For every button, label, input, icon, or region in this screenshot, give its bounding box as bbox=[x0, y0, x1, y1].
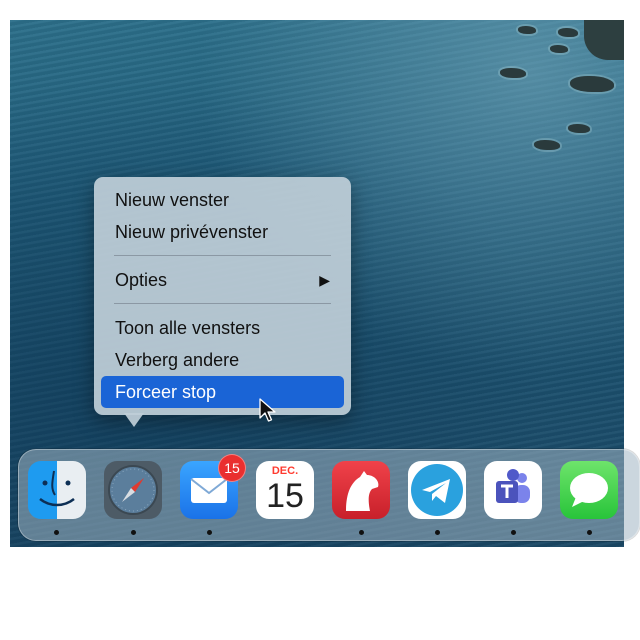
calendar-icon: DEC. 15 bbox=[256, 461, 314, 519]
menu-item-label: Nieuw privévenster bbox=[115, 222, 269, 242]
menu-pointer bbox=[124, 413, 144, 427]
sea-rock bbox=[558, 28, 578, 37]
sea-rock bbox=[550, 45, 568, 53]
running-indicator bbox=[587, 530, 592, 535]
menu-separator bbox=[114, 303, 331, 304]
menu-item-label: Forceer stop bbox=[115, 382, 217, 402]
dock-item-bear[interactable] bbox=[332, 461, 390, 519]
menu-item-new-window[interactable]: Nieuw venster bbox=[101, 184, 344, 216]
sea-rock bbox=[518, 26, 536, 34]
sea-rock bbox=[570, 76, 614, 92]
menu-separator bbox=[114, 255, 331, 256]
running-indicator bbox=[131, 530, 136, 535]
sea-rock bbox=[500, 68, 526, 78]
dock-context-menu: Nieuw venster Nieuw privévenster Opties … bbox=[94, 177, 351, 415]
sea-rock bbox=[568, 124, 590, 133]
unread-count-badge: 15 bbox=[218, 454, 246, 482]
telegram-icon bbox=[408, 461, 466, 519]
teams-icon bbox=[484, 461, 542, 519]
running-indicator bbox=[435, 530, 440, 535]
dock-item-calendar[interactable]: DEC. 15 bbox=[256, 461, 314, 519]
calendar-month: DEC. bbox=[271, 465, 299, 477]
menu-item-label: Opties bbox=[115, 270, 168, 290]
menu-item-show-all-windows[interactable]: Toon alle vensters bbox=[101, 312, 344, 344]
messages-icon bbox=[560, 461, 618, 519]
dock-item-telegram[interactable] bbox=[408, 461, 466, 519]
menu-item-force-quit[interactable]: Forceer stop bbox=[101, 376, 344, 408]
calendar-day: 15 bbox=[266, 477, 304, 515]
mouse-cursor-icon bbox=[259, 398, 276, 422]
menu-item-options[interactable]: Opties ▶ bbox=[101, 264, 344, 296]
finder-icon bbox=[28, 461, 86, 519]
menu-item-label: Nieuw venster bbox=[115, 190, 230, 210]
submenu-arrow-icon: ▶ bbox=[319, 272, 330, 288]
coastline-rock bbox=[584, 20, 624, 60]
dock-item-teams[interactable] bbox=[484, 461, 542, 519]
dock-item-safari[interactable] bbox=[104, 461, 162, 519]
menu-item-label: Verberg andere bbox=[115, 350, 240, 370]
running-indicator bbox=[54, 530, 59, 535]
sea-rock bbox=[534, 140, 560, 150]
menu-item-new-private-window[interactable]: Nieuw privévenster bbox=[101, 216, 344, 248]
running-indicator bbox=[207, 530, 212, 535]
dock-item-mail[interactable]: 15 bbox=[180, 454, 246, 519]
bear-icon bbox=[332, 461, 390, 519]
dock-item-messages[interactable] bbox=[560, 461, 618, 519]
menu-item-label: Toon alle vensters bbox=[115, 318, 261, 338]
running-indicator bbox=[511, 530, 516, 535]
safari-icon bbox=[104, 461, 162, 519]
menu-item-hide-others[interactable]: Verberg andere bbox=[101, 344, 344, 376]
running-indicator bbox=[359, 530, 364, 535]
dock-item-finder[interactable] bbox=[28, 461, 86, 519]
